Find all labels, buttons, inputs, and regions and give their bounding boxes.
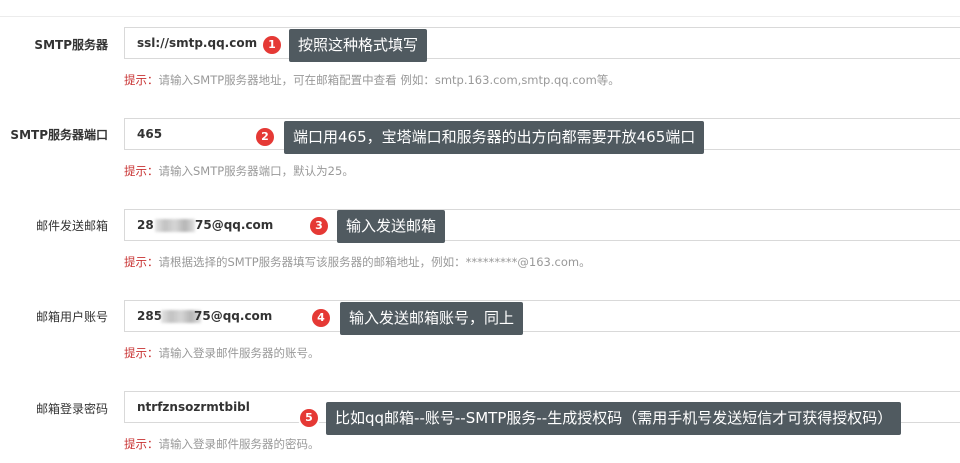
mail-account-label: 邮箱用户账号 [35,310,108,324]
hint-key: 提示： [124,255,159,269]
sender-email-hint: 提示：请根据选择的SMTP服务器填写该服务器的邮箱地址，例如：*********… [124,254,591,270]
sender-email-prefix[interactable]: 28 [137,218,154,232]
smtp-port-hint: 提示：请输入SMTP服务器端口，默认为25。 [124,163,354,179]
smtp-port-label: SMTP服务器端口 [10,128,108,142]
step-badge-3: 3 [310,217,328,235]
hint-text: 请输入SMTP服务器地址，可在邮箱配置中查看 例如：smtp.163.com,s… [158,73,620,87]
mail-account-hint: 提示：请输入登录邮件服务器的账号。 [124,345,320,361]
hint-key: 提示： [124,73,159,87]
annotation-tip-3: 输入发送邮箱 [337,210,446,243]
mail-password-label: 邮箱登录密码 [35,402,108,416]
top-divider [0,16,960,17]
annotation-tip-2: 端口用465，宝塔端口和服务器的出方向都需要开放465端口 [284,121,705,154]
redacted-blur [155,219,195,232]
hint-text: 请输入登录邮件服务器的账号。 [158,346,320,360]
sender-email-field[interactable]: 28 75@qq.com [124,209,960,241]
mail-account-suffix[interactable]: 75@qq.com [194,309,272,323]
hint-text: 请输入登录邮件服务器的密码。 [158,437,320,451]
annotation-tip-4: 输入发送邮箱账号，同上 [340,302,524,335]
smtp-server-label: SMTP服务器 [34,38,108,52]
smtp-server-hint: 提示：请输入SMTP服务器地址，可在邮箱配置中查看 例如：smtp.163.co… [124,72,620,88]
sender-email-suffix[interactable]: 75@qq.com [195,218,273,232]
hint-key: 提示： [124,346,159,360]
mail-account-field[interactable]: 285 75@qq.com [124,300,960,332]
step-badge-2: 2 [256,128,274,146]
mail-account-prefix[interactable]: 285 [137,309,162,323]
mail-password-hint: 提示：请输入登录邮件服务器的密码。 [124,436,320,452]
hint-key: 提示： [124,437,159,451]
hint-text: 请输入SMTP服务器端口，默认为25。 [158,164,354,178]
hint-text: 请根据选择的SMTP服务器填写该服务器的邮箱地址，例如：*********@16… [158,255,591,269]
step-badge-5: 5 [300,409,318,427]
step-badge-1: 1 [263,36,281,54]
hint-key: 提示： [124,164,159,178]
smtp-server-field[interactable] [124,27,960,59]
step-badge-4: 4 [312,309,330,327]
sender-email-label: 邮件发送邮箱 [35,219,108,233]
annotation-tip-1: 按照这种格式填写 [289,29,428,62]
annotation-tip-5: 比如qq邮箱--账号--SMTP服务--生成授权码（需用手机号发送短信才可获得授… [326,402,902,435]
